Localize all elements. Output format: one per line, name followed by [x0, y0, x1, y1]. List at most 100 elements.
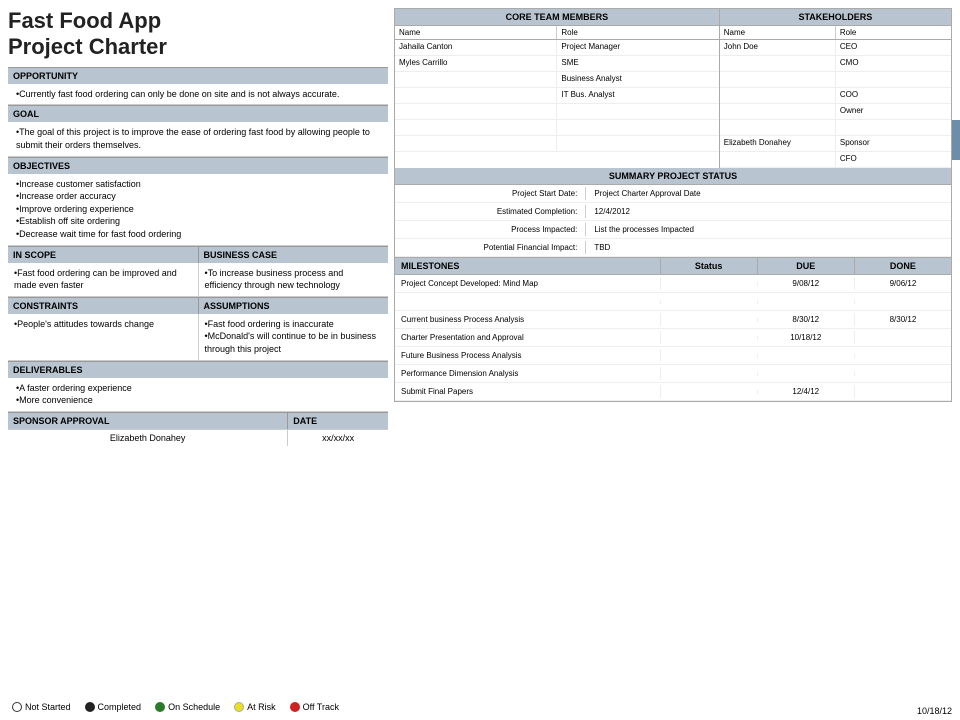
core-team-name: Myles Carrillo: [395, 56, 557, 71]
app-title-line1: Fast Food App: [8, 8, 388, 34]
milestone-status: [661, 354, 758, 358]
stakeholder-name: John Doe: [720, 40, 836, 55]
summary-row: Process Impacted:List the processes Impa…: [395, 221, 951, 239]
assumptions-body: •Fast food ordering is inaccurate •McDon…: [199, 314, 389, 360]
deliverables-header: DELIVERABLES: [8, 361, 388, 378]
core-team-name: Jahaila Canton: [395, 40, 557, 55]
core-team-role: [557, 120, 718, 135]
sponsor-approval-header: SPONSOR APPROVAL: [8, 413, 288, 429]
legend-label: Not Started: [25, 702, 71, 712]
summary-label: Estimated Completion:: [395, 205, 586, 218]
legend-label: Completed: [98, 702, 142, 712]
core-team-row: Business Analyst: [395, 72, 719, 88]
summary-value: Project Charter Approval Date: [586, 187, 951, 200]
milestone-row: Future Business Process Analysis: [395, 347, 951, 365]
stakeholders-col-name: Name: [720, 26, 836, 39]
businesscase-header: BUSINESS CASE: [199, 246, 389, 263]
milestone-name: Future Business Process Analysis: [395, 349, 661, 362]
core-team-name: [395, 120, 557, 135]
stakeholder-role: Sponsor: [836, 136, 951, 151]
legend-label: On Schedule: [168, 702, 220, 712]
constraints-assumptions-section: CONSTRAINTS ASSUMPTIONS •People's attitu…: [8, 297, 388, 361]
milestone-name: Submit Final Papers: [395, 385, 661, 398]
opportunity-header: OPPORTUNITY: [8, 67, 388, 84]
summary-section: SUMMARY PROJECT STATUS Project Start Dat…: [394, 168, 952, 258]
stakeholders-section: STAKEHOLDERS Name Role John DoeCEOCMOCOO…: [720, 9, 951, 168]
stakeholder-row: CFO: [720, 152, 951, 168]
summary-header: SUMMARY PROJECT STATUS: [395, 168, 951, 185]
opportunity-body: •Currently fast food ordering can only b…: [8, 84, 388, 106]
summary-value: List the processes Impacted: [586, 223, 951, 236]
legend-label: Off Track: [303, 702, 339, 712]
inscope-businesscase-section: IN SCOPE BUSINESS CASE •Fast food orderi…: [8, 246, 388, 297]
milestone-due: 12/4/12: [758, 385, 855, 398]
milestone-status: [661, 300, 758, 304]
summary-row: Estimated Completion:12/4/2012: [395, 203, 951, 221]
milestone-name: Project Concept Developed: Mind Map: [395, 277, 661, 290]
core-team-row: Myles CarrilloSME: [395, 56, 719, 72]
core-team-role: Project Manager: [557, 40, 718, 55]
goal-section: GOAL •The goal of this project is to imp…: [8, 105, 388, 156]
core-team-name: [395, 104, 557, 119]
core-team-role: [557, 136, 718, 151]
milestone-name: [395, 300, 661, 304]
deliverables-body: •A faster ordering experience •More conv…: [8, 378, 388, 412]
milestone-done: [855, 354, 951, 358]
summary-value: 12/4/2012: [586, 205, 951, 218]
milestone-due: 8/30/12: [758, 313, 855, 326]
legend-circle: [290, 702, 300, 712]
goal-header: GOAL: [8, 105, 388, 122]
milestone-rows: Project Concept Developed: Mind Map 9/08…: [395, 275, 951, 401]
legend-circle: [12, 702, 22, 712]
stakeholder-role: CEO: [836, 40, 951, 55]
stakeholder-rows: John DoeCEOCMO COOOwner Elizabeth DonaheyS…: [720, 40, 951, 168]
stakeholder-name: Elizabeth Donahey: [720, 136, 836, 151]
milestone-done: 9/06/12: [855, 277, 951, 290]
core-team-name: [395, 136, 557, 151]
milestone-done: [855, 336, 951, 340]
core-team-section: CORE TEAM MEMBERS Name Role Jahaila Cant…: [395, 9, 720, 168]
stakeholder-role: Owner: [836, 104, 951, 119]
milestone-done: [855, 300, 951, 304]
stakeholder-role: CMO: [836, 56, 951, 71]
milestone-row: Project Concept Developed: Mind Map 9/08…: [395, 275, 951, 293]
milestone-due: [758, 372, 855, 376]
milestone-row: [395, 293, 951, 311]
core-team-col-name: Name: [395, 26, 557, 39]
sponsor-value: Elizabeth Donahey: [8, 430, 288, 446]
milestone-row: Charter Presentation and Approval 10/18/…: [395, 329, 951, 347]
objectives-header: OBJECTIVES: [8, 157, 388, 174]
legend-item: At Risk: [234, 702, 276, 712]
milestones-section: MILESTONES Status DUE DONE Project Conce…: [394, 258, 952, 402]
stakeholders-header: STAKEHOLDERS: [720, 9, 951, 26]
legend-item: On Schedule: [155, 702, 220, 712]
core-team-row: [395, 104, 719, 120]
core-team-row: IT Bus. Analyst: [395, 88, 719, 104]
stakeholder-role: COO: [836, 88, 951, 103]
date-value: xx/xx/xx: [288, 430, 388, 446]
legend-circle: [85, 702, 95, 712]
core-team-name: [395, 88, 557, 103]
stakeholder-role: [836, 120, 951, 135]
team-stakeholder-block: CORE TEAM MEMBERS Name Role Jahaila Cant…: [394, 8, 952, 168]
legend-bar: Not Started Completed On Schedule At Risk Of…: [4, 698, 347, 716]
inscope-header: IN SCOPE: [8, 246, 199, 263]
stakeholder-name: [720, 120, 836, 135]
businesscase-body: •To increase business process and effici…: [199, 263, 389, 296]
core-team-name: [395, 72, 557, 87]
summary-value: TBD: [586, 241, 951, 254]
milestone-done: [855, 390, 951, 394]
stakeholder-role: CFO: [836, 152, 951, 167]
stakeholder-row: [720, 72, 951, 88]
milestones-header-row: MILESTONES Status DUE DONE: [395, 258, 951, 275]
opportunity-section: OPPORTUNITY •Currently fast food orderin…: [8, 67, 388, 106]
stakeholder-name: [720, 88, 836, 103]
stakeholder-row: Elizabeth DonaheySponsor: [720, 136, 951, 152]
legend-circle: [234, 702, 244, 712]
milestone-name: Charter Presentation and Approval: [395, 331, 661, 344]
inscope-body: •Fast food ordering can be improved and …: [8, 263, 199, 296]
milestone-row: Performance Dimension Analysis: [395, 365, 951, 383]
milestone-done: 8/30/12: [855, 313, 951, 326]
milestone-name: Current business Process Analysis: [395, 313, 661, 326]
objectives-section: OBJECTIVES •Increase customer satisfacti…: [8, 157, 388, 246]
